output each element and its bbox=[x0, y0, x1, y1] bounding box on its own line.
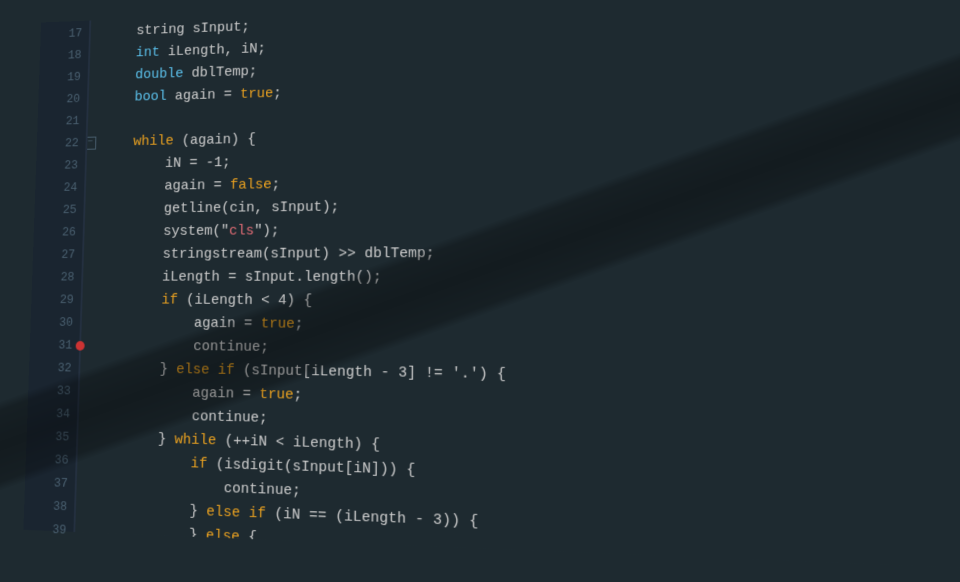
code-token: "); bbox=[254, 220, 280, 243]
code-token: else if bbox=[176, 359, 235, 383]
code-token: (iLength < 4) { bbox=[178, 290, 313, 313]
line-number: 24 bbox=[35, 177, 85, 200]
code-token: (again) { bbox=[173, 129, 256, 153]
code-token bbox=[103, 65, 135, 87]
line-number: 18 bbox=[40, 44, 89, 67]
code-token: system(" bbox=[98, 221, 229, 244]
code-token: dblTemp; bbox=[183, 61, 257, 85]
code-token bbox=[101, 132, 134, 154]
code-token: else if bbox=[206, 501, 266, 526]
code-token: cls bbox=[229, 220, 254, 242]
code-editor: 1718192021222324252627282930313233343536… bbox=[0, 0, 960, 543]
line-number: 38 bbox=[24, 494, 75, 519]
code-token bbox=[102, 87, 134, 109]
code-token: -1 bbox=[206, 152, 223, 174]
code-token: getline(cin, sInput); bbox=[99, 196, 339, 220]
code-token: false bbox=[230, 174, 272, 197]
code-line: iLength = sInput.length(); bbox=[97, 266, 960, 292]
code-token: if bbox=[161, 290, 178, 312]
line-number: 17 bbox=[40, 22, 89, 46]
line-number: 32 bbox=[29, 357, 79, 381]
code-token: ; bbox=[293, 384, 302, 407]
code-token: true bbox=[259, 384, 294, 408]
line-number: 25 bbox=[34, 199, 84, 222]
line-number: 36 bbox=[25, 448, 76, 473]
code-token: } bbox=[94, 358, 176, 382]
code-token: { bbox=[240, 526, 258, 550]
code-token: double bbox=[135, 63, 184, 86]
line-number: 34 bbox=[27, 402, 77, 426]
code-token: while bbox=[133, 131, 174, 154]
code-token: true bbox=[240, 83, 274, 106]
line-number: 37 bbox=[25, 471, 76, 496]
line-number: 28 bbox=[32, 266, 82, 289]
code-token: ; bbox=[222, 152, 231, 174]
code-token: again = bbox=[96, 312, 261, 336]
code-token: iN = bbox=[100, 153, 206, 176]
line-number: 22 bbox=[36, 132, 85, 155]
code-token: continue; bbox=[95, 335, 269, 359]
line-number: 29 bbox=[31, 289, 81, 312]
code-token: stringstream(sInput) >> dblTemp; bbox=[98, 243, 435, 266]
line-number: 39 bbox=[23, 517, 74, 542]
code-token: } bbox=[92, 427, 175, 452]
code-token: iLength = sInput.length(); bbox=[97, 266, 382, 289]
code-token bbox=[96, 289, 161, 311]
line-number: 21 bbox=[37, 110, 86, 133]
line-number: 33 bbox=[28, 379, 78, 403]
code-token: } bbox=[90, 497, 207, 524]
code-token: again = bbox=[100, 175, 230, 199]
code-token: ; bbox=[272, 174, 281, 196]
code-token: int bbox=[136, 42, 161, 64]
code-token: bool bbox=[134, 86, 167, 108]
code-token: again = bbox=[166, 84, 240, 108]
code-token: } bbox=[89, 520, 206, 548]
code-token: if bbox=[190, 453, 207, 476]
code-token: iLength, iN; bbox=[160, 38, 267, 63]
code-token: true bbox=[261, 313, 295, 336]
code-token: else bbox=[206, 525, 240, 550]
line-number: 26 bbox=[33, 221, 83, 244]
line-number: 31 bbox=[29, 334, 79, 357]
code-token bbox=[91, 450, 190, 476]
code-token: ; bbox=[273, 83, 282, 105]
line-number: 19 bbox=[39, 66, 88, 89]
code-token: continue; bbox=[93, 404, 268, 431]
line-number: 30 bbox=[30, 311, 80, 334]
line-number: 27 bbox=[33, 244, 83, 267]
code-token: again = bbox=[94, 381, 260, 407]
code-token: (++iN < iLength) { bbox=[216, 430, 380, 457]
code-token bbox=[104, 43, 136, 65]
code-container: 1718192021222324252627282930313233343536… bbox=[23, 0, 960, 569]
line-number: 20 bbox=[38, 88, 87, 111]
code-token: while bbox=[174, 429, 216, 453]
code-token: ; bbox=[295, 313, 304, 336]
line-number: 23 bbox=[36, 154, 86, 177]
code-line: stringstream(sInput) >> dblTemp; bbox=[98, 240, 960, 266]
line-number: 35 bbox=[26, 425, 77, 449]
code-area: string sInput; int iLength, iN; double d… bbox=[75, 0, 960, 569]
